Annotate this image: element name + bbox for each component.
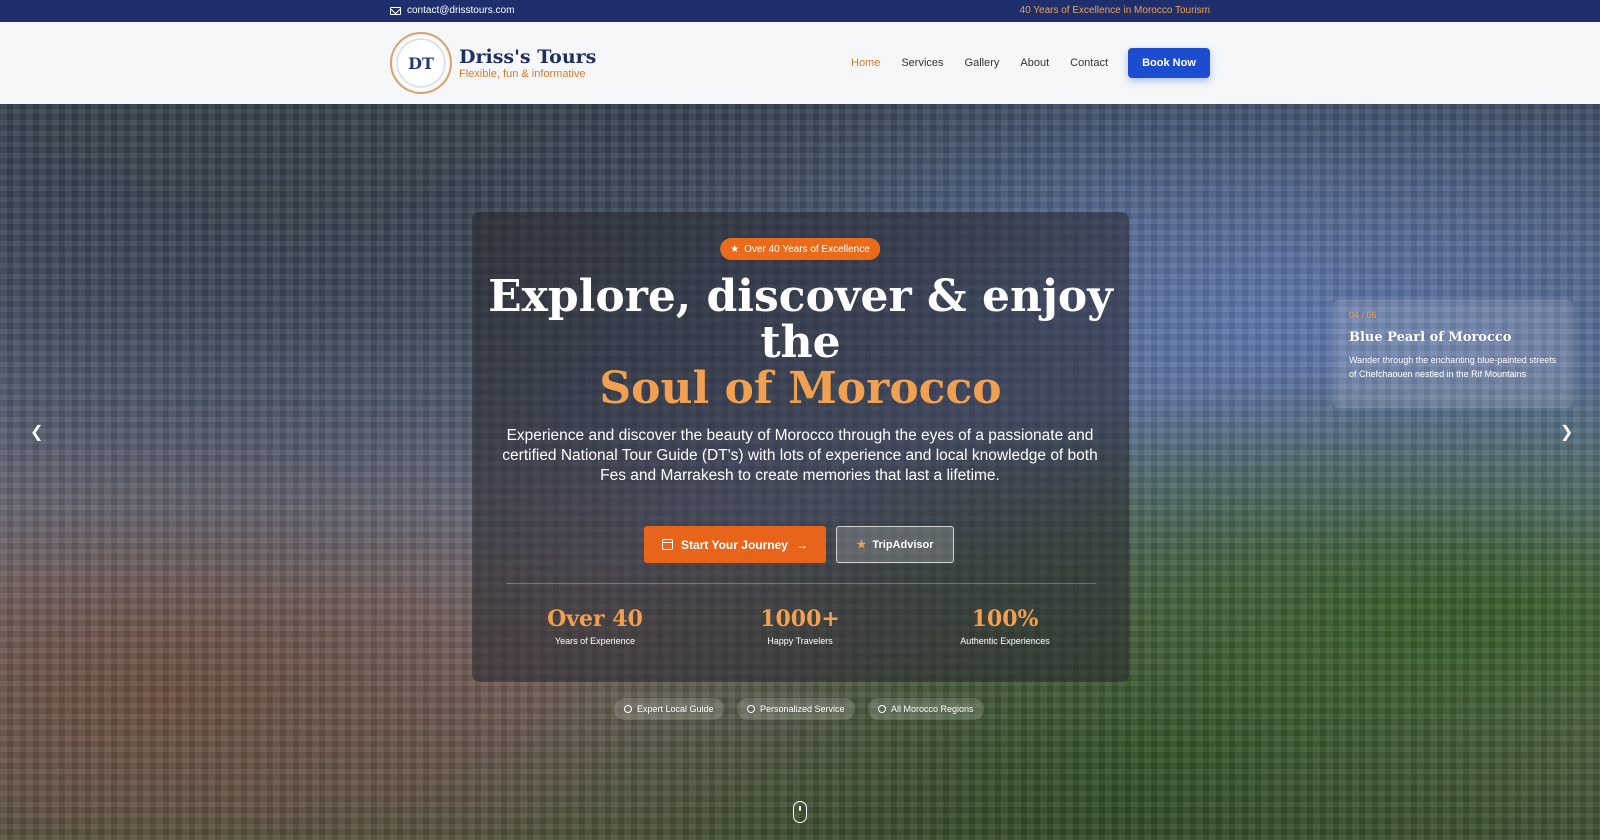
- main-nav: Home Services Gallery About Contact: [851, 57, 1129, 69]
- arrow-right-icon: →: [795, 537, 808, 552]
- hero-title-main: Explore, discover & enjoy the: [488, 271, 1113, 368]
- hero-title-accent: Soul of Morocco: [599, 363, 1002, 414]
- stats-divider: [506, 583, 1096, 584]
- badge-text: Over 40 Years of Excellence: [744, 243, 870, 255]
- stat-value: 100%: [971, 606, 1039, 632]
- stat-label: Happy Travelers: [767, 636, 833, 646]
- slide-description: Wander through the enchanting blue-paint…: [1349, 355, 1557, 379]
- stat-authentic: 100% Authentic Experiences: [915, 606, 1095, 646]
- chevron-left-icon[interactable]: ❮: [30, 422, 43, 442]
- mail-icon: [390, 6, 401, 15]
- slide-caption-card: 04 / 06 Blue Pearl of Morocco Wander thr…: [1333, 300, 1573, 408]
- nav-gallery[interactable]: Gallery: [965, 57, 1000, 69]
- tripadvisor-label: TripAdvisor: [872, 538, 934, 551]
- top-bar: contact@drisstours.com 40 Years of Excel…: [0, 0, 1600, 22]
- feature-personalized: Personalized Service: [737, 698, 855, 720]
- calendar-icon: [662, 539, 674, 550]
- nav-home[interactable]: Home: [851, 57, 880, 69]
- brand-tagline: Flexible, fun & informative: [459, 68, 586, 80]
- star-icon: ★: [730, 243, 740, 255]
- start-journey-label: Start Your Journey: [681, 537, 788, 552]
- slide-counter: 04 / 06: [1349, 310, 1377, 320]
- experience-badge: ★ Over 40 Years of Excellence: [720, 238, 880, 260]
- star-icon: ★: [856, 539, 867, 551]
- tripadvisor-button[interactable]: ★ TripAdvisor: [836, 526, 954, 563]
- feature-label: Personalized Service: [760, 704, 845, 714]
- feature-label: Expert Local Guide: [637, 704, 714, 714]
- stat-experience: Over 40 Years of Experience: [505, 606, 685, 646]
- users-icon: [624, 705, 632, 713]
- hero-title: Explore, discover & enjoy the Soul of Mo…: [472, 274, 1129, 412]
- stat-value: Over 40: [547, 606, 643, 632]
- chevron-right-icon[interactable]: ❯: [1560, 422, 1573, 442]
- stat-travelers: 1000+ Happy Travelers: [710, 606, 890, 646]
- logo[interactable]: DT: [390, 32, 452, 94]
- contact-email-text[interactable]: contact@drisstours.com: [407, 5, 514, 16]
- book-now-button[interactable]: Book Now: [1128, 48, 1210, 78]
- mouse-icon[interactable]: [793, 801, 807, 823]
- hero-description: Experience and discover the beauty of Mo…: [502, 427, 1098, 484]
- nav-services[interactable]: Services: [901, 57, 943, 69]
- brand-name[interactable]: Driss's Tours: [459, 46, 596, 68]
- logo-text: DT: [408, 53, 434, 73]
- map-pin-icon: [878, 705, 886, 713]
- topbar-tagline: 40 Years of Excellence in Morocco Touris…: [1019, 5, 1210, 16]
- feature-label: All Morocco Regions: [891, 704, 974, 714]
- award-icon: [747, 705, 755, 713]
- stat-label: Authentic Experiences: [960, 636, 1050, 646]
- slide-title: Blue Pearl of Morocco: [1349, 330, 1512, 345]
- start-journey-button[interactable]: Start Your Journey →: [644, 526, 826, 563]
- nav-about[interactable]: About: [1020, 57, 1049, 69]
- feature-regions: All Morocco Regions: [868, 698, 984, 720]
- nav-contact[interactable]: Contact: [1070, 57, 1108, 69]
- feature-expert-guide: Expert Local Guide: [614, 698, 724, 720]
- stat-value: 1000+: [760, 606, 840, 632]
- stat-label: Years of Experience: [554, 636, 636, 646]
- site-header: DT Driss's Tours Flexible, fun & informa…: [0, 22, 1600, 104]
- hero-section: ❮ ❯ ★ Over 40 Years of Excellence Explor…: [0, 104, 1600, 840]
- contact-email[interactable]: contact@drisstours.com: [390, 5, 514, 16]
